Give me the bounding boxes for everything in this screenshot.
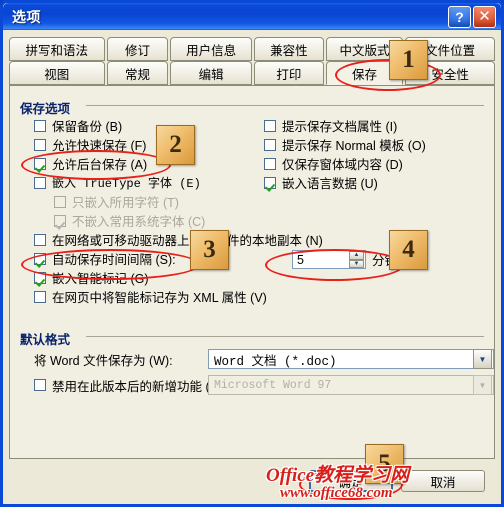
checkbox-no-embed-common-system-fonts: 不嵌入常用系统字体 (C)	[54, 211, 284, 230]
tab-compatibility[interactable]: 兼容性	[253, 37, 324, 61]
tab-print[interactable]: 打印	[253, 61, 324, 85]
checkbox-local-copy-on-network[interactable]: 在网络或可移动驱动器上存储文件的本地副本 (N)	[34, 230, 504, 249]
tab-edit[interactable]: 编辑	[170, 61, 252, 85]
checkbox-box	[264, 157, 276, 170]
checkbox-box	[34, 176, 46, 189]
annotation-badge-number: 2	[169, 131, 182, 158]
checkbox-label: 不嵌入常用系统字体 (C)	[72, 215, 206, 229]
checkbox-save-smart-tags-as-xml[interactable]: 在网页中将智能标记存为 XML 属性 (V)	[34, 287, 434, 306]
annotation-ellipse-3	[21, 249, 200, 280]
tab-label: 用户信息	[186, 43, 237, 58]
save-word-files-as-label: 将 Word 文件保存为 (W):	[34, 353, 173, 368]
tab-view[interactable]: 视图	[9, 61, 105, 85]
checkbox-box	[34, 379, 46, 391]
help-icon[interactable]: ?	[448, 5, 471, 28]
tab-general[interactable]: 常规	[106, 61, 169, 85]
title-bar-buttons: ? ✕	[448, 5, 496, 28]
tab-user-information[interactable]: 用户信息	[170, 37, 252, 61]
checkbox-save-form-data-only[interactable]: 仅保存窗体域内容 (D)	[264, 154, 494, 173]
checkbox-label: 提示保存 Normal 模板 (O)	[282, 139, 426, 153]
checkbox-label: 提示保存文档属性 (I)	[282, 120, 398, 134]
checkbox-embed-chars-in-use-only: 只嵌入所用字符 (T)	[54, 192, 284, 211]
checkbox-box	[34, 138, 46, 151]
checkbox-label: 嵌入语言数据 (U)	[282, 177, 378, 191]
checkbox-box	[34, 290, 46, 303]
checkbox-box	[54, 214, 66, 227]
help-glyph: ?	[455, 8, 464, 25]
checkbox-prompt-document-properties[interactable]: 提示保存文档属性 (I)	[264, 116, 494, 135]
checkbox-box	[54, 195, 66, 208]
annotation-badge-2: 2	[156, 125, 195, 165]
group-divider	[86, 105, 484, 106]
checkbox-box	[264, 119, 276, 132]
tab-label: 中文版式	[339, 43, 390, 58]
disable-features-combo: Microsoft Word 97 ▼	[208, 375, 494, 395]
checkbox-disable-new-features[interactable]: 禁用在此版本后的新增功能 (L):	[34, 376, 224, 395]
watermark-line-1: Office教程学习网	[266, 465, 410, 486]
annotation-badge-number: 3	[203, 236, 216, 263]
annotation-badge-3: 3	[190, 230, 229, 270]
tab-label: 视图	[44, 67, 70, 82]
close-icon[interactable]: ✕	[473, 5, 496, 28]
annotation-ellipse-4	[265, 249, 404, 281]
default-format-title: 默认格式	[20, 329, 77, 348]
annotation-ellipse-2	[21, 150, 171, 180]
default-format-group: 默认格式 将 Word 文件保存为 (W): Word 文档 (*.doc) ▼…	[20, 329, 494, 399]
tab-label: 常规	[124, 67, 150, 82]
disable-features-value: Microsoft Word 97	[214, 378, 332, 392]
save-options-title: 保存选项	[20, 98, 77, 117]
checkbox-label: 禁用在此版本后的新增功能 (L):	[52, 379, 225, 394]
checkbox-box	[34, 233, 46, 246]
tab-label: 兼容性	[270, 43, 308, 58]
checkbox-label: 只嵌入所用字符 (T)	[72, 196, 179, 210]
save-word-files-as-row: 将 Word 文件保存为 (W): Word 文档 (*.doc) ▼	[34, 349, 494, 369]
checkbox-embed-language-data[interactable]: 嵌入语言数据 (U)	[264, 173, 494, 192]
disable-features-row: 禁用在此版本后的新增功能 (L): Microsoft Word 97 ▼	[34, 375, 494, 395]
dialog-title: 选项	[12, 8, 41, 25]
checkbox-label: 保留备份 (B)	[52, 120, 123, 134]
chevron-down-icon: ▼	[473, 375, 492, 395]
annotation-badge-number: 1	[402, 46, 415, 73]
checkbox-box	[264, 138, 276, 151]
tab-label: 拼写和语法	[25, 43, 89, 58]
checkbox-box	[34, 119, 46, 132]
tab-label: 修订	[124, 43, 150, 58]
chevron-down-icon[interactable]: ▼	[473, 349, 492, 369]
checkbox-label: 在网页中将智能标记存为 XML 属性 (V)	[52, 291, 267, 305]
tab-label: 文件位置	[425, 43, 476, 58]
checkbox-box	[264, 176, 276, 189]
annotation-badge-1: 1	[389, 40, 428, 80]
watermark-line-2: www.office68.com	[280, 485, 393, 501]
title-bar: 选项 ? ✕	[3, 3, 501, 30]
checkbox-prompt-save-normal-template[interactable]: 提示保存 Normal 模板 (O)	[264, 135, 494, 154]
tab-spelling-grammar[interactable]: 拼写和语法	[9, 37, 105, 61]
save-word-files-as-combo[interactable]: Word 文档 (*.doc) ▼	[208, 349, 494, 369]
tab-label: 编辑	[198, 67, 224, 82]
annotation-badge-4: 4	[389, 230, 428, 270]
checkbox-label: 在网络或可移动驱动器上存储文件的本地副本 (N)	[52, 234, 323, 248]
checkbox-label: 仅保存窗体域内容 (D)	[282, 158, 403, 172]
tab-track-changes[interactable]: 修订	[106, 37, 169, 61]
site-watermark: Office教程学习网 www.office68.com	[266, 466, 504, 506]
group-divider	[86, 336, 484, 337]
tab-label: 打印	[276, 67, 302, 82]
annotation-badge-number: 4	[402, 236, 415, 263]
close-glyph: ✕	[478, 7, 491, 25]
save-options-right-column: 提示保存文档属性 (I) 提示保存 Normal 模板 (O) 仅保存窗体域内容…	[264, 116, 494, 192]
save-word-files-as-value: Word 文档 (*.doc)	[214, 354, 337, 369]
